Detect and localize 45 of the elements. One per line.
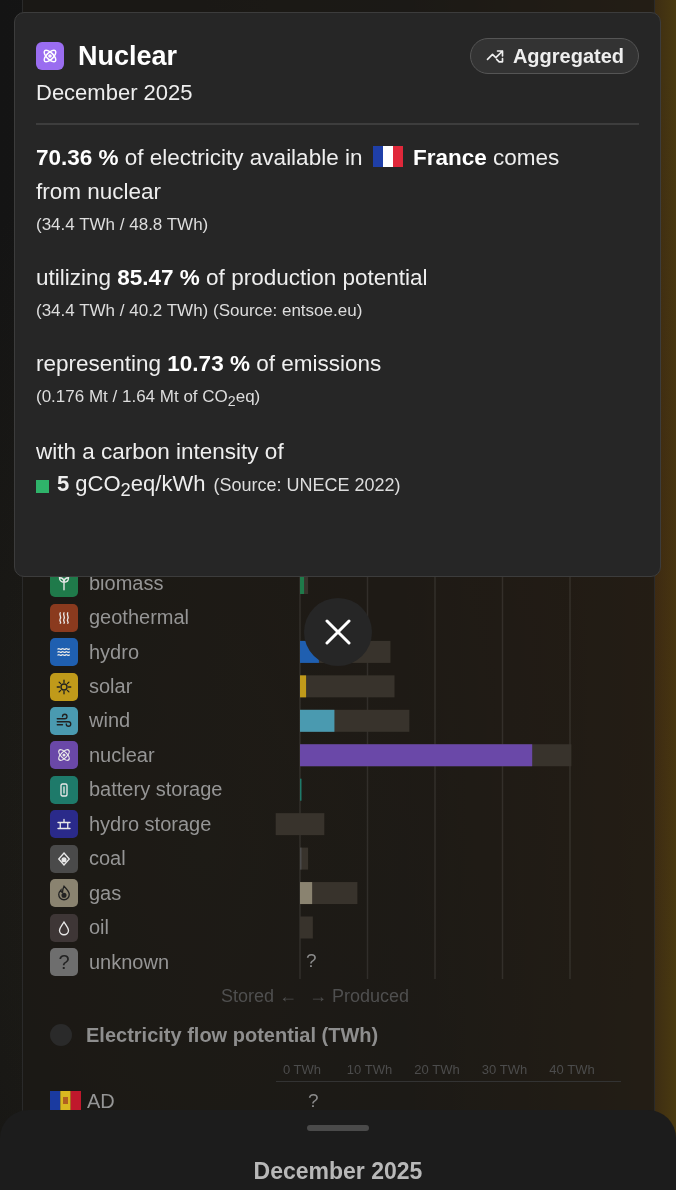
produced-bar bbox=[300, 709, 335, 732]
potential-bar bbox=[300, 813, 325, 836]
produced-bar bbox=[300, 675, 307, 698]
source-label: wind bbox=[89, 709, 131, 733]
emissions-text: representing 10.73 % of emissions bbox=[36, 350, 383, 378]
source-label: geothermal bbox=[89, 606, 190, 630]
flow-title: Electricity flow potential (TWh) bbox=[86, 1023, 379, 1047]
tooltip-date: December 2025 bbox=[36, 80, 194, 106]
share-text: France comes bbox=[412, 145, 560, 170]
share-detail: (34.4 TWh / 48.8 TWh) bbox=[36, 215, 210, 235]
aggregated-toggle[interactable]: Aggregated bbox=[469, 38, 639, 74]
share-text: 70.36 % of electricity available in bbox=[36, 145, 363, 170]
potential-bar bbox=[300, 916, 313, 939]
utilization-text: utilizing 85.47 % of production potential bbox=[36, 264, 429, 292]
source-label: coal bbox=[89, 847, 126, 871]
produced-bar bbox=[300, 882, 313, 905]
tooltip-title: Nuclear bbox=[78, 40, 178, 72]
source-label: solar bbox=[89, 675, 133, 699]
country-label: AD bbox=[87, 1089, 115, 1113]
missing-value: ? bbox=[308, 1090, 319, 1112]
source-label: unknown bbox=[89, 950, 170, 974]
source-label: oil bbox=[89, 916, 109, 940]
intensity-source: (Source: UNECE 2022) bbox=[213, 475, 401, 497]
intensity-value: 5 gCO$_{2}$eq/kWh bbox=[57, 471, 206, 502]
flag-icon bbox=[50, 1091, 81, 1112]
source-label: hydro storage bbox=[89, 812, 212, 836]
potential-bar bbox=[275, 813, 300, 836]
missing-value: ? bbox=[306, 949, 317, 972]
sheet-title: December 2025 bbox=[253, 1158, 423, 1185]
flag-icon bbox=[372, 146, 403, 167]
drag-handle[interactable] bbox=[307, 1125, 369, 1131]
source-label: nuclear bbox=[89, 743, 155, 767]
intensity-text: with a carbon intensity of bbox=[36, 438, 285, 467]
nuclear-icon bbox=[36, 42, 64, 70]
emissions-detail: (0.176 Mt / 1.64 Mt of CO$_{2}$eq) bbox=[36, 387, 262, 410]
share-text: from nuclear bbox=[36, 179, 162, 204]
source-label: hydro bbox=[89, 640, 140, 664]
source-label: biomass bbox=[89, 571, 164, 595]
stored-label: Stored ← bbox=[219, 985, 297, 1007]
source-label: battery storage bbox=[89, 778, 223, 802]
utilization-detail: (34.4 TWh / 40.2 TWh) (Source: entsoe.eu) bbox=[36, 301, 364, 321]
produced-label: → Produced bbox=[309, 985, 410, 1007]
close-icon bbox=[325, 619, 351, 645]
question-icon: ? bbox=[50, 948, 78, 977]
source-label: gas bbox=[89, 881, 122, 905]
